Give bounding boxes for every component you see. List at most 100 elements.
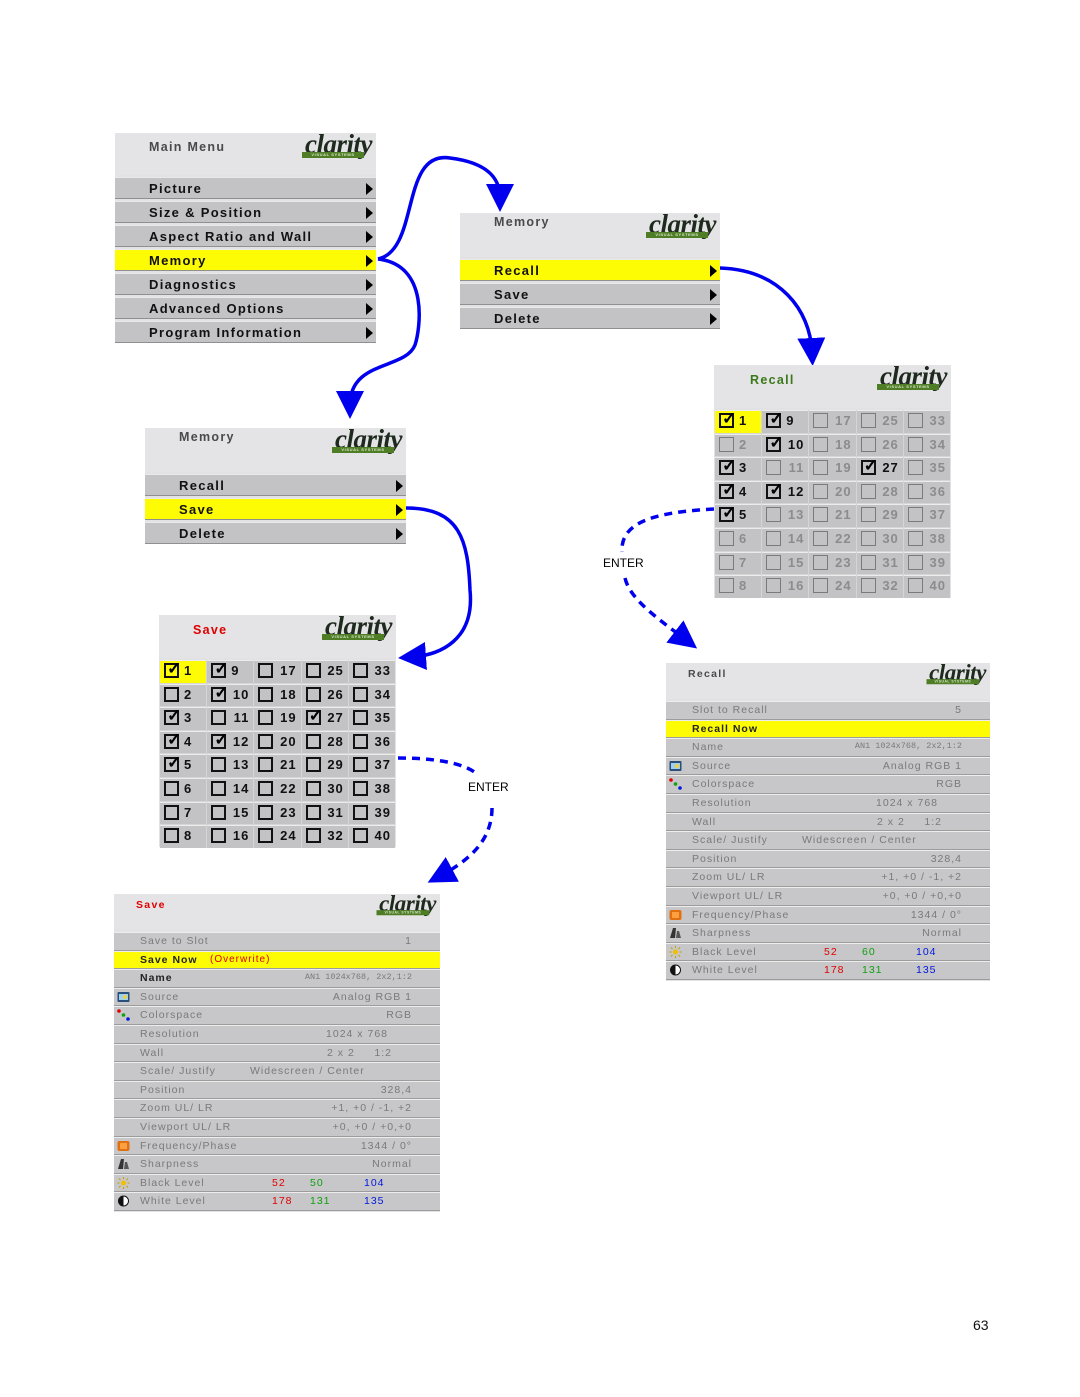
slot-8[interactable]: 8 <box>715 575 762 598</box>
slot-18[interactable]: 18 <box>254 683 301 707</box>
slot-5[interactable]: ✓ 5 <box>160 754 207 777</box>
checkbox-empty-icon[interactable] <box>258 780 274 796</box>
slot-6[interactable]: 6 <box>160 777 207 801</box>
slot-10[interactable]: ✓ 10 <box>207 683 254 707</box>
slot-1[interactable]: ✓ 1 <box>160 660 207 683</box>
slot-18[interactable]: 18 <box>809 433 856 457</box>
setting-row-sharp[interactable]: Sharpness Normal <box>114 1155 440 1174</box>
slot-27[interactable]: ✓ 27 <box>301 707 348 730</box>
checkbox-empty-icon[interactable] <box>352 780 368 796</box>
menu-item-size-position[interactable]: Size & Position <box>115 201 376 223</box>
checkbox-empty-icon[interactable] <box>258 710 274 726</box>
menu-item-delete[interactable]: Delete <box>460 307 720 329</box>
slot-6[interactable]: 6 <box>715 527 762 551</box>
setting-row-zoom[interactable]: Zoom UL/ LR +1, +0 / -1, +2 <box>114 1099 440 1118</box>
menu-item-memory[interactable]: Memory <box>115 249 376 271</box>
slot-33[interactable]: 33 <box>903 410 950 433</box>
setting-row-resolution[interactable]: Resolution 1024 x 768 <box>666 793 990 813</box>
checkbox-empty-icon[interactable] <box>719 578 734 594</box>
checkbox-empty-icon[interactable] <box>907 578 923 594</box>
slot-25[interactable]: 25 <box>301 660 348 683</box>
slot-31[interactable]: 31 <box>856 551 903 575</box>
setting-row-position[interactable]: Position 328,4 <box>114 1080 440 1100</box>
checkbox-checked-icon[interactable]: ✓ <box>211 731 228 749</box>
checkbox-empty-icon[interactable] <box>813 483 829 499</box>
checkbox-empty-icon[interactable] <box>766 530 782 546</box>
slot-2[interactable]: 2 <box>160 683 207 707</box>
slot-5[interactable]: ✓ 5 <box>715 504 762 527</box>
checkbox-empty-icon[interactable] <box>719 554 734 570</box>
slot-22[interactable]: 22 <box>809 527 856 551</box>
checkbox-empty-icon[interactable] <box>258 663 274 678</box>
checkbox-checked-icon[interactable]: ✓ <box>719 457 736 476</box>
checkbox-empty-icon[interactable] <box>305 828 321 844</box>
slot-37[interactable]: 37 <box>903 504 950 527</box>
slot-16[interactable]: 16 <box>207 825 254 848</box>
slot-7[interactable]: 7 <box>160 801 207 825</box>
slot-14[interactable]: 14 <box>207 777 254 801</box>
slot-16[interactable]: 16 <box>762 575 809 598</box>
checkbox-empty-icon[interactable] <box>258 686 274 702</box>
slot-19[interactable]: 19 <box>254 707 301 730</box>
menu-item-save[interactable]: Save <box>145 498 406 520</box>
setting-row-viewport[interactable]: Viewport UL/ LR +0, +0 / +0,+0 <box>114 1117 440 1137</box>
slot-15[interactable]: 15 <box>207 801 254 825</box>
menu-item-picture[interactable]: Picture <box>115 177 376 199</box>
slot-13[interactable]: 13 <box>207 754 254 777</box>
setting-row-black[interactable]: Black Level 52 60 104 <box>666 942 990 962</box>
checkbox-empty-icon[interactable] <box>305 663 321 678</box>
checkbox-empty-icon[interactable] <box>766 460 782 476</box>
checkbox-empty-icon[interactable] <box>813 578 829 594</box>
checkbox-empty-icon[interactable] <box>860 413 876 428</box>
slot-36[interactable]: 36 <box>903 480 950 504</box>
slot-39[interactable]: 39 <box>348 801 395 825</box>
slot-37[interactable]: 37 <box>348 754 395 777</box>
checkbox-empty-icon[interactable] <box>352 686 368 702</box>
setting-row-position[interactable]: Position 328,4 <box>666 849 990 869</box>
slot-28[interactable]: 28 <box>856 480 903 504</box>
checkbox-checked-icon[interactable]: ✓ <box>766 410 783 428</box>
checkbox-empty-icon[interactable] <box>305 804 321 820</box>
slot-13[interactable]: 13 <box>762 504 809 527</box>
slot-30[interactable]: 30 <box>856 527 903 551</box>
slot-12[interactable]: ✓ 12 <box>207 730 254 754</box>
slot-15[interactable]: 15 <box>762 551 809 575</box>
slot-25[interactable]: 25 <box>856 410 903 433</box>
setting-row-action[interactable]: Save Now (Overwrite) <box>114 950 440 970</box>
checkbox-empty-icon[interactable] <box>907 530 923 546</box>
slot-8[interactable]: 8 <box>160 825 207 848</box>
checkbox-empty-icon[interactable] <box>813 460 829 476</box>
slot-36[interactable]: 36 <box>348 730 395 754</box>
slot-32[interactable]: 32 <box>301 825 348 848</box>
setting-row-resolution[interactable]: Resolution 1024 x 768 <box>114 1024 440 1044</box>
slot-11[interactable]: 11 <box>762 457 809 480</box>
slot-23[interactable]: 23 <box>254 801 301 825</box>
slot-21[interactable]: 21 <box>254 754 301 777</box>
checkbox-empty-icon[interactable] <box>305 780 321 796</box>
checkbox-empty-icon[interactable] <box>907 507 923 523</box>
slot-1[interactable]: ✓ 1 <box>715 410 762 433</box>
checkbox-checked-icon[interactable]: ✓ <box>860 457 878 476</box>
slot-28[interactable]: 28 <box>301 730 348 754</box>
checkbox-empty-icon[interactable] <box>164 828 179 844</box>
checkbox-checked-icon[interactable]: ✓ <box>164 731 181 749</box>
slot-40[interactable]: 40 <box>903 575 950 598</box>
slot-3[interactable]: ✓ 3 <box>160 707 207 730</box>
setting-row-zoom[interactable]: Zoom UL/ LR +1, +0 / -1, +2 <box>666 868 990 887</box>
slot-4[interactable]: ✓ 4 <box>715 480 762 504</box>
slot-2[interactable]: 2 <box>715 433 762 457</box>
setting-row-white[interactable]: White Level 178 131 135 <box>114 1192 440 1211</box>
checkbox-empty-icon[interactable] <box>860 554 876 570</box>
slot-12[interactable]: ✓ 12 <box>762 480 809 504</box>
setting-row-colorspace[interactable]: Colorspace RGB <box>114 1006 440 1025</box>
checkbox-checked-icon[interactable]: ✓ <box>719 410 736 428</box>
slot-33[interactable]: 33 <box>348 660 395 683</box>
checkbox-empty-icon[interactable] <box>352 757 368 773</box>
slot-14[interactable]: 14 <box>762 527 809 551</box>
slot-35[interactable]: 35 <box>903 457 950 480</box>
slot-29[interactable]: 29 <box>301 754 348 777</box>
checkbox-empty-icon[interactable] <box>719 530 734 546</box>
checkbox-empty-icon[interactable] <box>305 686 321 702</box>
checkbox-empty-icon[interactable] <box>352 663 368 678</box>
checkbox-empty-icon[interactable] <box>164 780 179 796</box>
